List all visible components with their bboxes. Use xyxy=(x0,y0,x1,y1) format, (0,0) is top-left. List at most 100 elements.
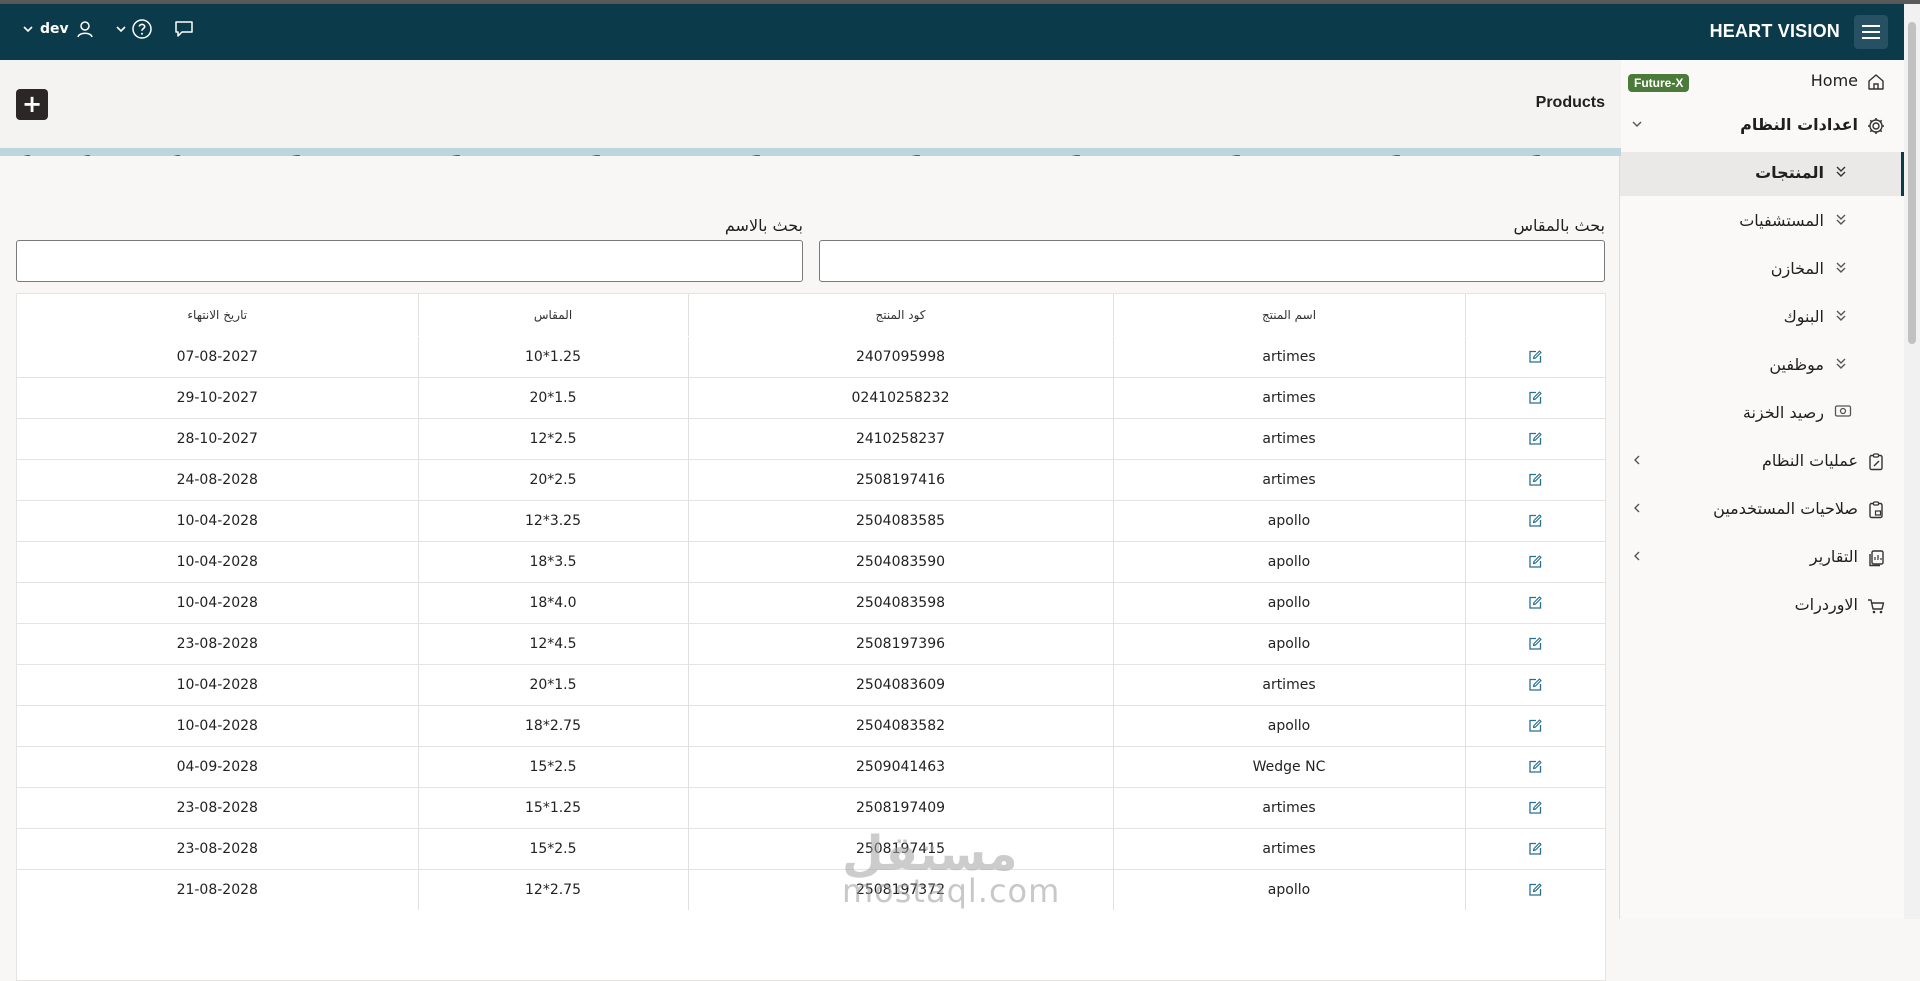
name-cell: artimes xyxy=(1113,828,1466,870)
double-chevron-down-icon xyxy=(1836,262,1846,273)
user-menu-button[interactable]: dev xyxy=(22,19,95,39)
sidebar-item-system-settings[interactable]: اعدادات النظام xyxy=(1620,104,1904,148)
search-by-size-label: بحث بالمقاس xyxy=(1513,216,1605,235)
expiry-cell: 29-10-2027 xyxy=(17,377,419,419)
sidebar-item-banks[interactable]: البنوك xyxy=(1620,296,1904,340)
table-row: 21-08-2028 12*2.75 2508197372 apollo xyxy=(17,869,1605,910)
edit-cell xyxy=(1465,869,1605,910)
sidebar-item-home[interactable]: Home Future-X xyxy=(1620,60,1904,104)
expiry-cell: 23-08-2028 xyxy=(17,828,419,870)
code-cell: 02410258232 xyxy=(688,377,1114,419)
edit-icon[interactable] xyxy=(1527,472,1543,488)
sidebar-item-warehouses[interactable]: المخازن xyxy=(1620,248,1904,292)
name-cell: apollo xyxy=(1113,500,1466,542)
column-header-size[interactable]: المقاس xyxy=(418,294,689,337)
expiry-cell: 10-04-2028 xyxy=(17,582,419,624)
chat-icon xyxy=(174,21,193,37)
column-header-code[interactable]: كود المنتج xyxy=(688,294,1114,337)
sidebar-item-treasury-balance[interactable]: رصيد الخزنة xyxy=(1620,392,1904,436)
size-cell: 20*1.5 xyxy=(418,664,689,706)
name-cell: apollo xyxy=(1113,869,1466,910)
table-header-row: تاريخ الانتهاء المقاس كود المنتج اسم الم… xyxy=(17,294,1605,337)
watermark: مستقل mostaql.com xyxy=(842,826,1060,910)
edit-icon[interactable] xyxy=(1527,390,1543,406)
clipboard-edit-icon xyxy=(1869,453,1883,471)
page-title: Products xyxy=(1535,94,1605,111)
chat-button[interactable] xyxy=(173,19,195,39)
double-chevron-down-icon xyxy=(1836,214,1846,225)
name-cell: apollo xyxy=(1113,623,1466,665)
cart-icon xyxy=(1868,599,1885,614)
double-chevron-down-icon xyxy=(1836,166,1846,177)
reports-icon xyxy=(1869,550,1884,567)
decorative-banner xyxy=(0,148,1621,156)
cash-icon xyxy=(1834,405,1852,417)
sidebar-item-system-operations[interactable]: عمليات النظام xyxy=(1620,440,1904,484)
name-cell: apollo xyxy=(1113,705,1466,747)
page-scrollbar[interactable] xyxy=(1904,4,1920,919)
edit-icon[interactable] xyxy=(1527,800,1543,816)
chevron-down-icon xyxy=(23,26,33,33)
sidebar-item-reports[interactable]: التقارير xyxy=(1620,536,1904,580)
table-row: 24-08-2028 20*2.5 2508197416 artimes xyxy=(17,459,1605,501)
edit-icon[interactable] xyxy=(1527,513,1543,529)
edit-cell xyxy=(1465,828,1605,870)
header-actions: dev xyxy=(22,18,195,40)
table-row: 04-09-2028 15*2.5 2509041463 Wedge NC xyxy=(17,746,1605,788)
search-by-size-input[interactable] xyxy=(819,240,1605,282)
name-cell: Wedge NC xyxy=(1113,746,1466,788)
expiry-cell: 07-08-2027 xyxy=(17,336,419,378)
help-menu-button[interactable] xyxy=(115,18,153,40)
gear-icon xyxy=(1868,118,1884,134)
code-cell: 2504083609 xyxy=(688,664,1114,706)
sidebar-item-employees[interactable]: موظفين xyxy=(1620,344,1904,388)
edit-icon[interactable] xyxy=(1527,718,1543,734)
expiry-cell: 04-09-2028 xyxy=(17,746,419,788)
sidebar-item-label: البنوك xyxy=(1783,307,1824,326)
sidebar-item-label: Home xyxy=(1810,71,1858,90)
search-by-name-input[interactable] xyxy=(16,240,803,282)
edit-icon[interactable] xyxy=(1527,554,1543,570)
size-cell: 12*3.25 xyxy=(418,500,689,542)
edit-icon[interactable] xyxy=(1527,431,1543,447)
chevron-left-icon xyxy=(1634,503,1640,513)
sidebar-nav: Home Future-X اعدادات النظام المنتجات ال… xyxy=(1619,60,1904,919)
edit-icon[interactable] xyxy=(1527,595,1543,611)
edit-cell xyxy=(1465,664,1605,706)
name-cell: artimes xyxy=(1113,459,1466,501)
expiry-cell: 10-04-2028 xyxy=(17,705,419,747)
edit-cell xyxy=(1465,746,1605,788)
add-product-button[interactable]: + xyxy=(16,89,48,120)
edit-icon[interactable] xyxy=(1527,349,1543,365)
edit-cell xyxy=(1465,787,1605,829)
menu-toggle-button[interactable] xyxy=(1854,15,1888,49)
chevron-down-icon xyxy=(116,26,126,33)
table-row: 23-08-2028 15*1.25 2508197409 artimes xyxy=(17,787,1605,829)
column-header-name[interactable]: اسم المنتج xyxy=(1113,294,1466,337)
name-cell: apollo xyxy=(1113,541,1466,583)
column-header-expiry[interactable]: تاريخ الانتهاء xyxy=(17,294,419,337)
size-cell: 10*1.25 xyxy=(418,336,689,378)
edit-icon[interactable] xyxy=(1527,759,1543,775)
edit-cell xyxy=(1465,541,1605,583)
scrollbar-thumb[interactable] xyxy=(1908,22,1916,344)
sidebar-item-user-permissions[interactable]: صلاحيات المستخدمين xyxy=(1620,488,1904,532)
table-row: 10-04-2028 20*1.5 2504083609 artimes xyxy=(17,664,1605,706)
sidebar-item-hospitals[interactable]: المستشفيات xyxy=(1620,200,1904,244)
sidebar-item-orders[interactable]: الاوردرات xyxy=(1620,584,1904,628)
size-cell: 15*2.5 xyxy=(418,828,689,870)
edit-icon[interactable] xyxy=(1527,882,1543,898)
code-cell: 2504083598 xyxy=(688,582,1114,624)
edit-cell xyxy=(1465,500,1605,542)
chevron-left-icon xyxy=(1634,551,1640,561)
name-cell: artimes xyxy=(1113,418,1466,460)
sidebar-item-label: المنتجات xyxy=(1755,163,1824,182)
code-cell: 2509041463 xyxy=(688,746,1114,788)
sidebar-item-products[interactable]: المنتجات xyxy=(1620,152,1904,196)
edit-cell xyxy=(1465,377,1605,419)
edit-icon[interactable] xyxy=(1527,636,1543,652)
edit-icon[interactable] xyxy=(1527,841,1543,857)
name-cell: artimes xyxy=(1113,787,1466,829)
edit-icon[interactable] xyxy=(1527,677,1543,693)
chevron-left-icon xyxy=(1634,455,1640,465)
